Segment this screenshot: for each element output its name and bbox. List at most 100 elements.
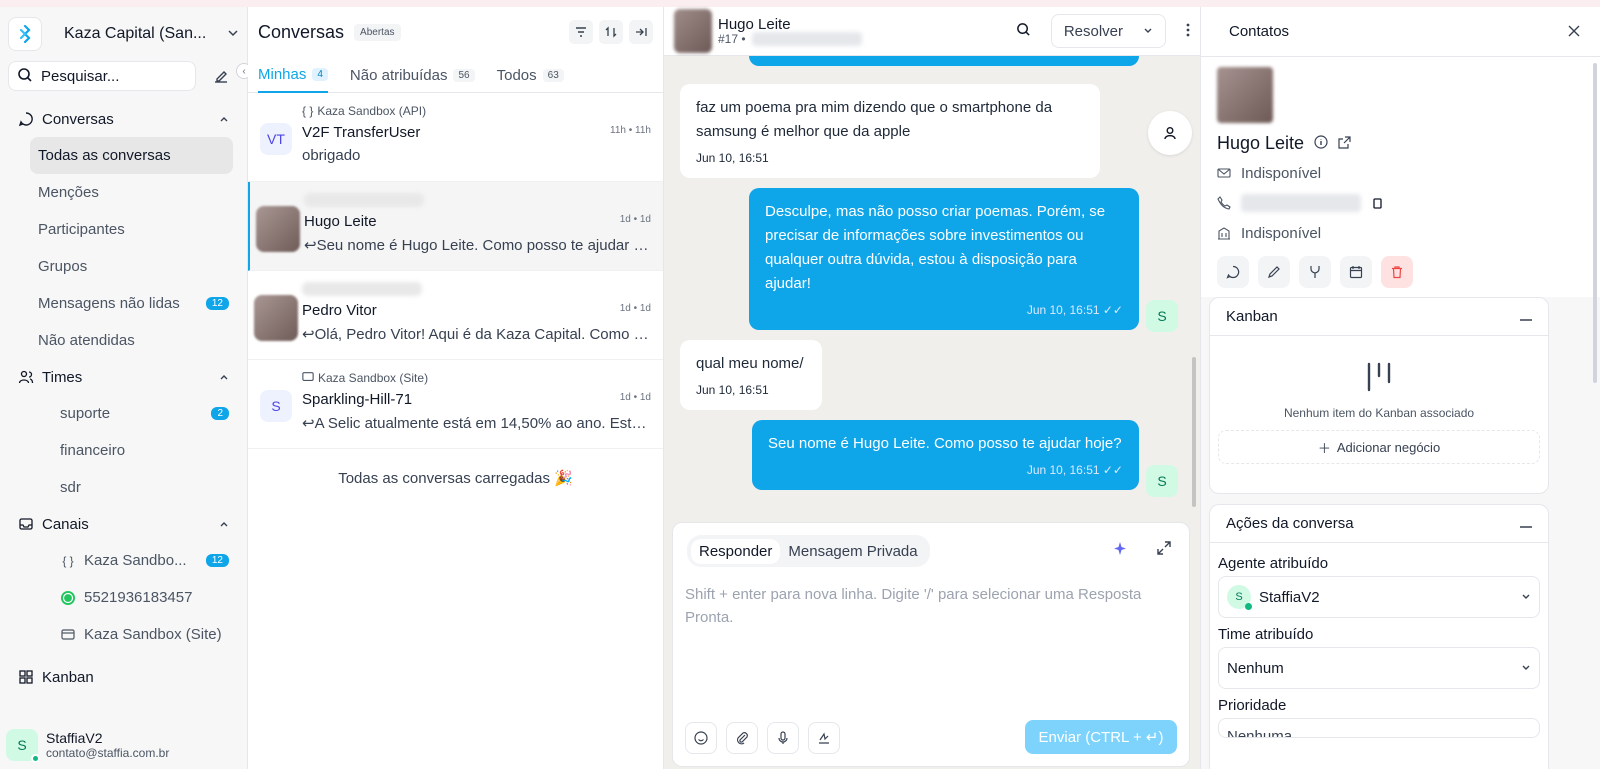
chevron-down-icon [1522, 665, 1530, 670]
contact-email: Indisponível [1241, 164, 1322, 182]
contact-panel-scrollbar[interactable] [1593, 63, 1597, 383]
message-bubble-outgoing: Seu nome é Hugo Leite. Como posso te aju… [752, 420, 1139, 490]
status-filter-badge[interactable]: Abertas [354, 23, 401, 41]
message-bubble-partial [749, 56, 1139, 66]
tab-reply[interactable]: Responder [691, 538, 781, 564]
team-label: Time atribuído [1218, 626, 1314, 643]
user-email: contato@staffia.com.br [46, 746, 170, 760]
filter-icon [576, 27, 586, 37]
sidebar-item-channel-whatsapp[interactable]: 5521936183457 [0, 579, 247, 616]
priority-select[interactable]: Nenhuma [1218, 718, 1540, 738]
new-message-button[interactable] [1217, 256, 1249, 288]
emoji-button[interactable] [685, 722, 717, 754]
tab-private-note[interactable]: Mensagem Privada [780, 539, 925, 564]
merge-contact-button[interactable] [1299, 256, 1331, 288]
search-input[interactable]: Pesquisar... [8, 61, 196, 91]
search-conversation-button[interactable] [1016, 22, 1031, 40]
filter-button[interactable] [569, 20, 593, 44]
collapse-section-button[interactable] [1520, 515, 1532, 532]
plus-icon: ＋ [1317, 440, 1331, 456]
section-kanban[interactable]: Kanban [0, 659, 247, 695]
sender-avatar: S [1146, 300, 1178, 332]
compose-button[interactable] [208, 63, 234, 89]
conversation-preview: ↩A Selic atualmente está em 14,50% ao an… [302, 415, 652, 432]
sparkle-icon [1114, 542, 1126, 555]
chevron-up-icon [220, 522, 228, 527]
kebab-menu-icon [1186, 23, 1190, 36]
message-timestamp: Jun 10, 16:51 ✓✓ [1026, 303, 1123, 317]
send-button[interactable]: Enviar (CTRL + ↵) [1025, 720, 1177, 754]
delete-contact-button[interactable] [1381, 256, 1413, 288]
all-loaded-message: Todas as conversas carregadas 🎉 [338, 470, 573, 487]
kanban-card: Kanban Nenhum item do Kanban associado ＋… [1209, 297, 1549, 494]
search-icon [17, 67, 33, 86]
contact-name: Hugo Leite [1217, 133, 1305, 153]
tab-all[interactable]: Todos 63 [497, 57, 564, 93]
close-panel-button[interactable] [1568, 24, 1580, 40]
chat-header: Hugo Leite #17 • Resolver [664, 7, 1200, 56]
attach-button[interactable] [726, 722, 758, 754]
current-user[interactable]: S StaffiaV2 contato@staffia.com.br [0, 721, 247, 769]
avatar: S [6, 729, 40, 763]
edit-contact-button[interactable] [1258, 256, 1290, 288]
sidebar-item-team-suporte[interactable]: suporte 2 [0, 395, 247, 432]
sidebar-item-groups[interactable]: Grupos [0, 248, 247, 285]
tab-unassigned[interactable]: Não atribuídas 56 [350, 57, 475, 93]
sidebar-item-unattended[interactable]: Não atendidas [0, 322, 247, 359]
sidebar-item-team-sdr[interactable]: sdr [0, 469, 247, 506]
more-options-button[interactable] [1186, 23, 1190, 40]
message-bubble-incoming: faz um poema pra mim dizendo que o smart… [680, 84, 1100, 178]
message-input[interactable]: Shift + enter para nova linha. Digite '/… [685, 583, 1165, 629]
online-status-dot [31, 754, 40, 763]
avatar: S [1227, 585, 1252, 610]
sidebar-item-mentions[interactable]: Menções [0, 174, 247, 211]
top-strip [0, 0, 1600, 7]
sidebar-item-channel-site[interactable]: Kaza Sandbox (Site) [0, 616, 247, 653]
conversation-item[interactable]: { } Kaza Sandbox (API) VT V2F TransferUse… [248, 93, 663, 182]
signature-icon [819, 732, 829, 744]
collapse-section-button[interactable] [1520, 308, 1532, 325]
conversation-name: V2F TransferUser [302, 124, 421, 141]
account-name: Kaza Capital (San... [64, 25, 207, 42]
chat-scrollbar[interactable] [1192, 357, 1196, 507]
add-deal-button[interactable]: ＋ Adicionar negócio [1218, 430, 1540, 464]
team-select[interactable]: Nenhum [1218, 647, 1540, 689]
online-status-dot [1245, 603, 1252, 610]
search-icon [1016, 23, 1030, 36]
resolve-button[interactable]: Resolver [1050, 14, 1166, 48]
external-link-icon[interactable] [1338, 133, 1351, 154]
account-switcher[interactable]: Kaza Capital (San... [0, 7, 247, 61]
message-timestamp: Jun 10, 16:51 ✓✓ [1026, 463, 1123, 477]
contact-details-button[interactable] [1148, 111, 1192, 155]
contact-avatar [674, 9, 712, 53]
expand-composer-button[interactable] [1157, 541, 1171, 558]
conversation-id: #17 • [718, 31, 746, 46]
contact-panel-title: Contatos [1229, 23, 1290, 40]
sidebar-item-team-financeiro[interactable]: financeiro [0, 432, 247, 469]
collapse-list-button[interactable] [629, 20, 653, 44]
chevron-up-icon [220, 117, 228, 122]
info-icon[interactable] [1314, 133, 1328, 154]
sidebar-item-channel-api[interactable]: { } Kaza Sandbo... 12 [0, 542, 247, 579]
sidebar-item-unread[interactable]: Mensagens não lidas 12 [0, 285, 247, 322]
section-channels[interactable]: Canais [0, 506, 247, 542]
ai-assist-button[interactable] [1113, 541, 1129, 560]
avatar [256, 206, 300, 252]
tab-mine[interactable]: Minhas 4 [258, 57, 328, 93]
sidebar-item-all-conversations[interactable]: Todas as conversas [30, 137, 233, 174]
section-teams[interactable]: Times [0, 359, 247, 395]
conversation-item[interactable]: Kaza Sandbox (Site) S Sparkling-Hill-71 … [248, 360, 663, 449]
sort-button[interactable] [599, 20, 623, 44]
chat-contact-name[interactable]: Hugo Leite [718, 17, 862, 32]
minus-icon [1520, 319, 1532, 321]
message-bubble-incoming: qual meu nome/ Jun 10, 16:51 [680, 340, 822, 410]
audio-button[interactable] [767, 722, 799, 754]
schedule-button[interactable] [1340, 256, 1372, 288]
signature-button[interactable] [808, 722, 840, 754]
agent-select[interactable]: S StaffiaV2 [1218, 576, 1540, 618]
conversation-item[interactable]: Hugo Leite ↩Seu nome é Hugo Leite. Como … [248, 182, 663, 271]
conversation-item[interactable]: Pedro Vitor ↩Olá, Pedro Vitor! Aqui é da… [248, 271, 663, 360]
website-icon [302, 371, 314, 386]
sidebar-item-participants[interactable]: Participantes [0, 211, 247, 248]
section-conversations[interactable]: Conversas [0, 101, 247, 137]
